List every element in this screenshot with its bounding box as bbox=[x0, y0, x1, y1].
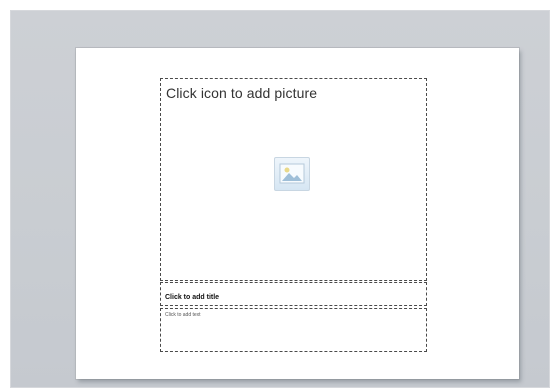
slide-canvas[interactable]: Click icon to add picture Click to add t… bbox=[76, 48, 519, 379]
picture-placeholder-prompt: Click icon to add picture bbox=[166, 85, 318, 101]
text-placeholder[interactable]: Click to add text bbox=[160, 308, 427, 352]
insert-picture-icon[interactable] bbox=[274, 157, 310, 191]
text-placeholder-prompt: Click to add text bbox=[165, 312, 201, 318]
title-placeholder[interactable]: Click to add title bbox=[160, 282, 427, 306]
slide-workspace: Click icon to add picture Click to add t… bbox=[10, 10, 550, 388]
title-placeholder-prompt: Click to add title bbox=[165, 294, 220, 301]
presentation-editor: Click icon to add picture Click to add t… bbox=[0, 0, 558, 391]
picture-placeholder[interactable]: Click icon to add picture bbox=[160, 78, 427, 281]
